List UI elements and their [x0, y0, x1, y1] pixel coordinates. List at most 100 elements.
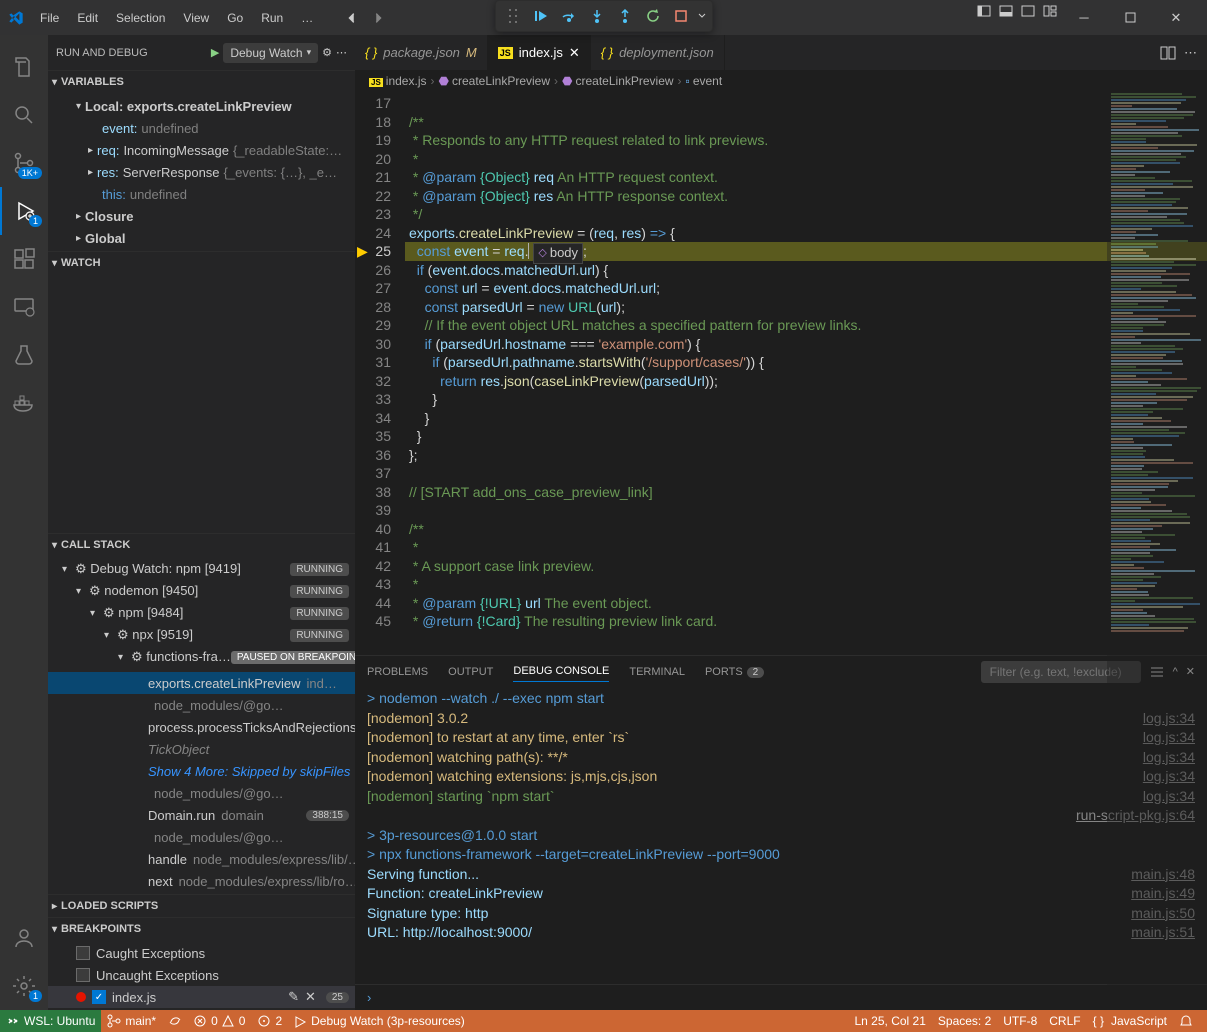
- variable-this[interactable]: this: undefined: [48, 183, 355, 205]
- encoding-status[interactable]: UTF-8: [997, 1010, 1043, 1032]
- menu-edit[interactable]: Edit: [69, 7, 106, 29]
- notifications-icon[interactable]: [1173, 1010, 1199, 1032]
- thread-row[interactable]: ▾⚙ Debug Watch: npm [9419]RUNNING: [48, 558, 355, 580]
- debug-stop-button[interactable]: [668, 3, 694, 29]
- more-actions-icon[interactable]: ⋯: [1184, 45, 1197, 61]
- git-sync[interactable]: [162, 1010, 188, 1032]
- problems-status[interactable]: 0 0: [188, 1010, 251, 1032]
- accounts-icon[interactable]: [0, 914, 48, 962]
- stack-frame[interactable]: Domain.rundomain388:15: [48, 804, 355, 826]
- layout-custom-icon[interactable]: [1039, 0, 1061, 22]
- layout-left-icon[interactable]: [973, 0, 995, 22]
- eol-status[interactable]: CRLF: [1043, 1010, 1086, 1032]
- debug-continue-button[interactable]: [528, 3, 554, 29]
- breakpoints-header[interactable]: ▾BREAKPOINTS: [48, 918, 355, 940]
- nav-back-icon[interactable]: [341, 7, 363, 29]
- gear-icon[interactable]: ⚙: [322, 46, 332, 59]
- stack-frame[interactable]: handlenode_modules/express/lib/…: [48, 848, 355, 870]
- bp-uncaught[interactable]: Uncaught Exceptions: [48, 964, 355, 986]
- code-content[interactable]: /** * Responds to any HTTP request relat…: [405, 92, 1207, 655]
- scope-closure[interactable]: ▸Closure: [48, 205, 355, 227]
- remove-icon[interactable]: ✕: [305, 989, 316, 1005]
- menu-view[interactable]: View: [175, 7, 217, 29]
- maximize-button[interactable]: [1107, 0, 1153, 35]
- tab-package.json[interactable]: { }package.jsonM: [355, 35, 488, 70]
- breadcrumb-item[interactable]: JSindex.js: [369, 74, 426, 88]
- debug-step-over-button[interactable]: [556, 3, 582, 29]
- panel-tab-problems[interactable]: PROBLEMS: [367, 662, 428, 682]
- bp-caught[interactable]: Caught Exceptions: [48, 942, 355, 964]
- stack-frame[interactable]: node_modules/@go…: [48, 826, 355, 848]
- stack-frame[interactable]: nextnode_modules/express/lib/ro…: [48, 870, 355, 892]
- docker-icon[interactable]: [0, 379, 48, 427]
- breadcrumb[interactable]: JSindex.js›⬣createLinkPreview›⬣createLin…: [355, 70, 1207, 92]
- split-editor-icon[interactable]: [1160, 45, 1176, 61]
- variable-req[interactable]: ▸req: IncomingMessage {_readableState:…: [48, 139, 355, 161]
- loaded-scripts-header[interactable]: ▸LOADED SCRIPTS: [48, 895, 355, 917]
- debug-session-status[interactable]: Debug Watch (3p-resources): [288, 1010, 471, 1032]
- extensions-icon[interactable]: [0, 235, 48, 283]
- minimize-button[interactable]: ─: [1061, 0, 1107, 35]
- debug-console-body[interactable]: > nodemon --watch ./ --exec npm start[no…: [355, 687, 1207, 984]
- panel-tab-debug-console[interactable]: DEBUG CONSOLE: [513, 661, 609, 682]
- variable-event[interactable]: event: undefined: [48, 117, 355, 139]
- menu-go[interactable]: Go: [219, 7, 251, 29]
- stack-frame[interactable]: Show 4 More: Skipped by skipFiles: [48, 760, 355, 782]
- run-debug-icon[interactable]: 1: [0, 187, 48, 235]
- scope-local[interactable]: ▾Local: exports.createLinkPreview: [48, 95, 355, 117]
- watch-header[interactable]: ▾WATCH: [48, 252, 355, 274]
- remote-explorer-icon[interactable]: [0, 283, 48, 331]
- tab-deployment.json[interactable]: { }deployment.json: [591, 35, 725, 70]
- debug-more-icon[interactable]: [696, 3, 708, 29]
- menu-selection[interactable]: Selection: [108, 7, 173, 29]
- breadcrumb-item[interactable]: ▫event: [686, 74, 723, 88]
- start-debug-icon[interactable]: ▶: [211, 46, 219, 59]
- variable-res[interactable]: ▸res: ServerResponse {_events: {…}, _e…: [48, 161, 355, 183]
- testing-icon[interactable]: [0, 331, 48, 379]
- layout-right-icon[interactable]: [1017, 0, 1039, 22]
- panel-tab-terminal[interactable]: TERMINAL: [629, 662, 685, 682]
- thread-row[interactable]: ▾⚙ functions-fra…PAUSED ON BREAKPOINT: [48, 646, 355, 668]
- layout-bottom-icon[interactable]: [995, 0, 1017, 22]
- menu-file[interactable]: File: [32, 7, 67, 29]
- code-area[interactable]: 1718192021222324▶25262728293031323334353…: [355, 92, 1207, 655]
- gutter[interactable]: 1718192021222324▶25262728293031323334353…: [355, 92, 405, 655]
- debug-step-into-button[interactable]: [584, 3, 610, 29]
- stack-frame[interactable]: exports.createLinkPreviewind…: [48, 672, 355, 694]
- variables-header[interactable]: ▾VARIABLES: [48, 71, 355, 93]
- menu-run[interactable]: Run: [253, 7, 291, 29]
- bp-file[interactable]: ✓index.js ✎ ✕ 25: [48, 986, 355, 1008]
- panel-tab-ports[interactable]: PORTS2: [705, 662, 764, 682]
- close-button[interactable]: ✕: [1153, 0, 1199, 35]
- debug-drag-handle[interactable]: [500, 3, 526, 29]
- panel-tab-output[interactable]: OUTPUT: [448, 662, 493, 682]
- debug-console-input[interactable]: ›: [355, 984, 1207, 1010]
- indent-status[interactable]: Spaces: 2: [932, 1010, 997, 1032]
- edit-icon[interactable]: ✎: [288, 989, 299, 1005]
- stack-frame[interactable]: TickObject: [48, 738, 355, 760]
- stack-frame[interactable]: node_modules/@go…: [48, 694, 355, 716]
- thread-row[interactable]: ▾⚙ npx [9519]RUNNING: [48, 624, 355, 646]
- thread-row[interactable]: ▾⚙ nodemon [9450]RUNNING: [48, 580, 355, 602]
- minimap[interactable]: [1107, 92, 1207, 1010]
- cursor-position[interactable]: Ln 25, Col 21: [849, 1010, 932, 1032]
- debug-restart-button[interactable]: [640, 3, 666, 29]
- debug-config-dropdown[interactable]: Debug Watch ▾: [223, 43, 318, 63]
- ports-status[interactable]: 2: [251, 1010, 288, 1032]
- explorer-icon[interactable]: [0, 43, 48, 91]
- scope-global[interactable]: ▸Global: [48, 227, 355, 249]
- stack-frame[interactable]: node_modules/@go…: [48, 782, 355, 804]
- source-control-icon[interactable]: 1K+: [0, 139, 48, 187]
- remote-indicator[interactable]: WSL: Ubuntu: [0, 1010, 101, 1032]
- callstack-header[interactable]: ▾CALL STACK: [48, 534, 355, 556]
- breadcrumb-item[interactable]: ⬣createLinkPreview: [438, 74, 550, 88]
- more-icon[interactable]: ⋯: [336, 46, 347, 59]
- breadcrumb-item[interactable]: ⬣createLinkPreview: [562, 74, 674, 88]
- menu-…[interactable]: …: [293, 7, 321, 29]
- language-status[interactable]: { }JavaScript: [1087, 1010, 1173, 1032]
- tab-index.js[interactable]: JSindex.js✕: [488, 35, 591, 70]
- stack-frame[interactable]: process.processTicksAndRejections: [48, 716, 355, 738]
- nav-forward-icon[interactable]: [367, 7, 389, 29]
- debug-step-out-button[interactable]: [612, 3, 638, 29]
- search-icon[interactable]: [0, 91, 48, 139]
